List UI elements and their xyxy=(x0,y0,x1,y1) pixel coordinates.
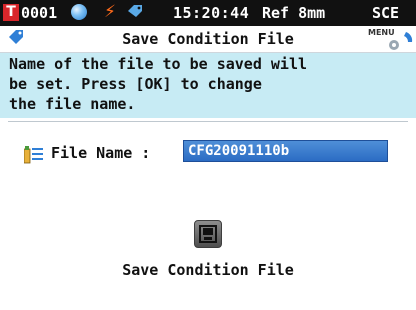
lightning-icon: ⚡ xyxy=(104,2,116,22)
specular-mode: SCE xyxy=(372,4,400,22)
sample-number: 0001 xyxy=(21,4,58,22)
save-disk-icon xyxy=(199,225,217,243)
measurement-condition: Ref 8mm xyxy=(262,4,326,22)
file-name-label: File Name : xyxy=(51,144,151,162)
status-bar: T 0001 ⚡ 15:20:44 Ref 8mm SCE xyxy=(0,0,416,26)
blue-ball-icon xyxy=(71,4,87,20)
divider xyxy=(8,121,408,122)
menu-gear-icon[interactable] xyxy=(384,30,414,52)
file-list-icon xyxy=(24,146,43,164)
title-bar: Save Condition File MENU xyxy=(0,26,416,53)
page-title: Save Condition File xyxy=(122,30,294,48)
clock-time: 15:20:44 xyxy=(173,4,250,22)
file-name-field[interactable] xyxy=(183,140,388,162)
instruction-panel: Name of the file to be saved will be set… xyxy=(0,53,416,118)
save-button-label: Save Condition File xyxy=(122,261,294,279)
instruction-line: the file name. xyxy=(9,95,136,113)
target-badge: T xyxy=(3,4,19,21)
tag-icon xyxy=(128,5,142,17)
instruction-line: be set. Press [OK] to change xyxy=(9,75,262,93)
save-button[interactable] xyxy=(194,220,222,248)
instruction-line: Name of the file to be saved will xyxy=(9,55,308,73)
device-screen: T 0001 ⚡ 15:20:44 Ref 8mm SCE Save Condi… xyxy=(0,0,416,310)
